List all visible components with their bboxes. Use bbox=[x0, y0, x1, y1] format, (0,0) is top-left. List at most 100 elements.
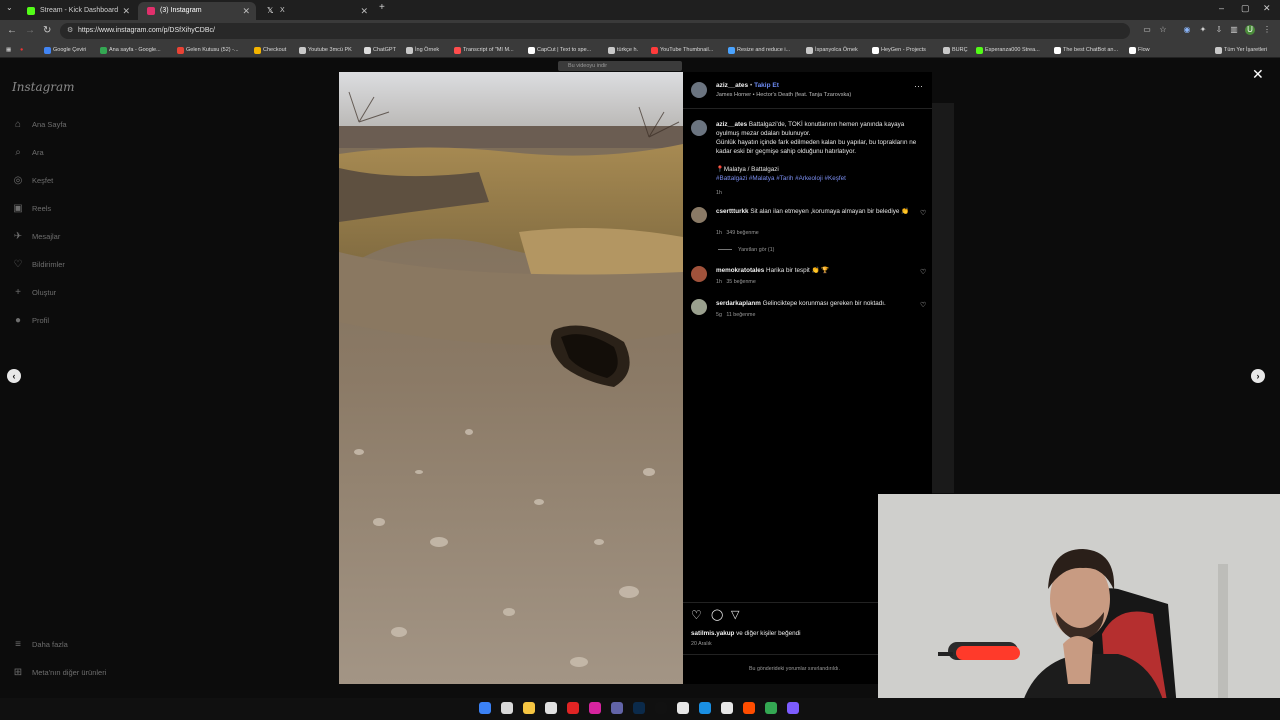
menu-kebab-icon[interactable]: ⋮ bbox=[1262, 25, 1272, 35]
tiktok-icon[interactable] bbox=[655, 702, 667, 714]
caption-hashtags[interactable]: #Battalgazi #Malatya #Tarih #Arkeoloji #… bbox=[716, 175, 846, 182]
cast-icon[interactable]: ▭ bbox=[1142, 25, 1152, 35]
comment-like-heart-icon[interactable]: ♡ bbox=[920, 268, 926, 276]
instagram-logo[interactable]: Instagram bbox=[12, 80, 75, 94]
bookmark-item[interactable]: YouTube Thumbnail... bbox=[651, 45, 713, 56]
bookmark-item[interactable]: Google Çeviri bbox=[44, 45, 86, 56]
new-tab-icon[interactable]: + bbox=[379, 2, 385, 13]
bookmark-item[interactable]: Youtube 3mcü PK bbox=[299, 45, 352, 56]
tab-list-chevron-icon[interactable]: ⌄ bbox=[6, 3, 13, 12]
author-avatar[interactable] bbox=[691, 82, 707, 98]
bookmark-item[interactable]: ChatGPT bbox=[364, 45, 396, 56]
liked-by-user[interactable]: satilmis.yakup bbox=[691, 630, 734, 637]
bookmark-item[interactable]: türkçe h. bbox=[608, 45, 638, 56]
comment-username[interactable]: cserttturkk bbox=[716, 208, 749, 215]
follow-button[interactable]: Takip Et bbox=[754, 82, 779, 89]
download-video-button[interactable]: Bu videoyu indir bbox=[558, 61, 682, 71]
nav-item[interactable]: ◎ Keşfet bbox=[12, 174, 54, 188]
adobe-icon[interactable] bbox=[743, 702, 755, 714]
extension-icon[interactable]: ◉ bbox=[1182, 25, 1192, 35]
tab-kick-dashboard[interactable]: Stream - Kick Dashboard ✕ bbox=[18, 2, 136, 20]
bookmark-item[interactable]: Transcript of "MI M... bbox=[454, 45, 514, 56]
like-heart-icon[interactable]: ♡ bbox=[691, 608, 702, 622]
comment-avatar[interactable] bbox=[691, 299, 707, 315]
reload-icon[interactable]: ↻ bbox=[43, 25, 51, 36]
instagram-icon[interactable] bbox=[589, 702, 601, 714]
bookmark-item[interactable]: CapCut | Text to spe... bbox=[528, 45, 591, 56]
bookmark-item[interactable]: BURÇ bbox=[943, 45, 968, 56]
site-info-icon[interactable]: ⚙ bbox=[67, 23, 73, 39]
nav-item[interactable]: ▣ Reels bbox=[12, 202, 51, 216]
capcut-icon[interactable] bbox=[677, 702, 689, 714]
apps-grid-icon[interactable]: ▦ bbox=[6, 45, 11, 56]
bookmark-item[interactable]: Ana sayfa - Google... bbox=[100, 45, 161, 56]
comment-like-heart-icon[interactable]: ♡ bbox=[920, 301, 926, 309]
nav-more[interactable]: ≡ Daha fazla bbox=[12, 638, 68, 652]
bookmark-item[interactable]: İng Örnek bbox=[406, 45, 439, 56]
liked-by-rest[interactable]: ve diğer kişiler bbox=[736, 630, 776, 637]
tab-instagram[interactable]: (3) Instagram ✕ bbox=[138, 2, 256, 20]
bookmark-item[interactable]: İspanyolca Örnek bbox=[806, 45, 858, 56]
view-replies[interactable]: Yanıtları gör (1) bbox=[718, 247, 774, 253]
nav-item[interactable]: ⌕ Ara bbox=[12, 146, 43, 160]
bookmark-item[interactable]: HeyGen - Projects bbox=[872, 45, 926, 56]
comment-likes[interactable]: 11 beğenme bbox=[726, 312, 755, 318]
puzzle-icon[interactable]: ✦ bbox=[1198, 25, 1208, 35]
bookmark-item[interactable]: The best ChatBot an... bbox=[1054, 45, 1118, 56]
bookmark-item[interactable]: Flow bbox=[1129, 45, 1150, 56]
nav-item[interactable]: + Oluştur bbox=[12, 286, 56, 300]
teams-icon[interactable] bbox=[611, 702, 623, 714]
forward-icon[interactable]: → bbox=[25, 25, 35, 36]
chrome-icon-2[interactable] bbox=[765, 702, 777, 714]
caption-avatar[interactable] bbox=[691, 120, 707, 136]
bookmark-item[interactable]: Resize and reduce i... bbox=[728, 45, 790, 56]
nav-item[interactable]: ● Profil bbox=[12, 314, 49, 328]
comment-avatar[interactable] bbox=[691, 207, 707, 223]
bookmark-item[interactable]: Checkout bbox=[254, 45, 286, 56]
file-explorer-icon[interactable] bbox=[501, 702, 513, 714]
post-media-photo[interactable] bbox=[339, 72, 683, 684]
comment-username[interactable]: serdarkaplanm bbox=[716, 300, 761, 307]
nav-item[interactable]: ✈ Mesajlar bbox=[12, 230, 61, 244]
windows-start-icon[interactable] bbox=[479, 702, 491, 714]
bookmark-item[interactable]: Tüm Yer İşaretleri bbox=[1215, 45, 1267, 56]
audio-track[interactable]: James Horner • Hector's Death (feat. Tan… bbox=[716, 92, 851, 98]
tab-x[interactable]: 𝕏 X ✕ bbox=[258, 2, 374, 20]
tab-close-icon[interactable]: ✕ bbox=[360, 2, 368, 20]
minimize-icon[interactable]: – bbox=[1219, 3, 1224, 13]
back-icon[interactable]: ← bbox=[7, 25, 17, 36]
chrome-icon[interactable] bbox=[545, 702, 557, 714]
opera-icon[interactable] bbox=[567, 702, 579, 714]
nav-item[interactable]: ⌂ Ana Sayfa bbox=[12, 118, 67, 132]
comment-bubble-icon[interactable]: ◯ bbox=[711, 608, 723, 621]
sidepanel-icon[interactable]: ▥ bbox=[1229, 25, 1239, 35]
more-options-icon[interactable]: ··· bbox=[914, 81, 923, 91]
nav-item[interactable]: ♡ Bildirimler bbox=[12, 258, 65, 272]
maximize-icon[interactable]: ▢ bbox=[1241, 3, 1250, 14]
comment-avatar[interactable] bbox=[691, 266, 707, 282]
photoshop-icon[interactable] bbox=[633, 702, 645, 714]
comment-username[interactable]: memokratotales bbox=[716, 267, 764, 274]
edge-icon[interactable] bbox=[699, 702, 711, 714]
close-window-icon[interactable]: ✕ bbox=[1263, 3, 1271, 14]
next-post-arrow-icon[interactable]: › bbox=[1251, 369, 1265, 383]
profile-avatar-icon[interactable]: U bbox=[1245, 25, 1255, 35]
bookmark-star-icon[interactable]: ☆ bbox=[1158, 25, 1168, 35]
app-icon[interactable] bbox=[787, 702, 799, 714]
share-send-icon[interactable]: ▽ bbox=[731, 608, 739, 621]
obs-icon[interactable] bbox=[721, 702, 733, 714]
caption-username[interactable]: aziz__ates bbox=[716, 121, 747, 128]
folder-icon[interactable] bbox=[523, 702, 535, 714]
address-bar[interactable]: ⚙ https://www.instagram.com/p/DSfXihyCDB… bbox=[60, 23, 1130, 39]
youtube-bookmark-icon[interactable]: ● bbox=[20, 45, 23, 56]
bookmark-item[interactable]: Esperanza000 Strea... bbox=[976, 45, 1040, 56]
tab-close-icon[interactable]: ✕ bbox=[122, 2, 130, 20]
downloads-icon[interactable]: ⇩ bbox=[1214, 25, 1224, 35]
author-username[interactable]: aziz__ates bbox=[716, 82, 748, 89]
close-modal-icon[interactable]: ✕ bbox=[1252, 66, 1264, 83]
comment-likes[interactable]: 35 beğenme bbox=[726, 279, 755, 285]
comment-like-heart-icon[interactable]: ♡ bbox=[920, 209, 926, 217]
prev-post-arrow-icon[interactable]: ‹ bbox=[7, 369, 21, 383]
comment-likes[interactable]: 349 beğenme bbox=[726, 230, 758, 236]
bookmark-item[interactable]: Gelen Kutusu (52) -... bbox=[177, 45, 239, 56]
